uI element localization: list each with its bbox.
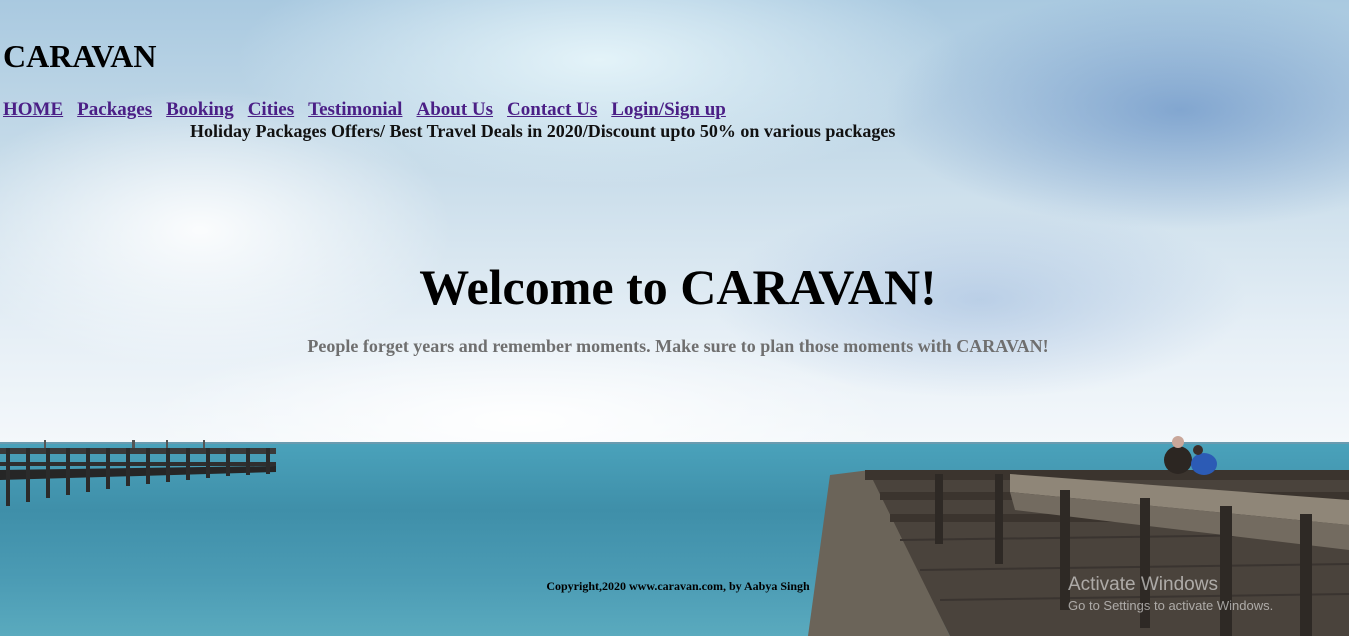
nav-link-packages[interactable]: Packages: [77, 99, 152, 120]
activate-windows-watermark: Activate Windows Go to Settings to activ…: [1068, 574, 1273, 613]
site-title: CARAVAN: [3, 38, 157, 74]
nav-link-home[interactable]: HOME: [3, 99, 63, 120]
nav-link-login-signup[interactable]: Login/Sign up: [611, 99, 726, 120]
nav-link-testimonial[interactable]: Testimonial: [308, 99, 402, 120]
hero-heading: Welcome to CARAVAN!: [419, 259, 937, 315]
watermark-subtitle: Go to Settings to activate Windows.: [1068, 598, 1274, 613]
nav-link-about-us[interactable]: About Us: [416, 99, 493, 120]
hero-tagline: People forget years and remember moments…: [307, 336, 1049, 356]
nav-link-cities[interactable]: Cities: [248, 99, 294, 120]
nav-link-booking[interactable]: Booking: [166, 99, 234, 120]
watermark-title: Activate Windows: [1068, 574, 1218, 595]
offers-banner: Holiday Packages Offers/ Best Travel Dea…: [190, 121, 896, 141]
main-nav: HOME Packages Booking Cities Testimonial…: [3, 99, 736, 121]
background-photo: [0, 0, 1349, 636]
nav-link-contact-us[interactable]: Contact Us: [507, 99, 597, 120]
sky-background: [0, 0, 1349, 445]
left-pier-image: [0, 440, 276, 506]
